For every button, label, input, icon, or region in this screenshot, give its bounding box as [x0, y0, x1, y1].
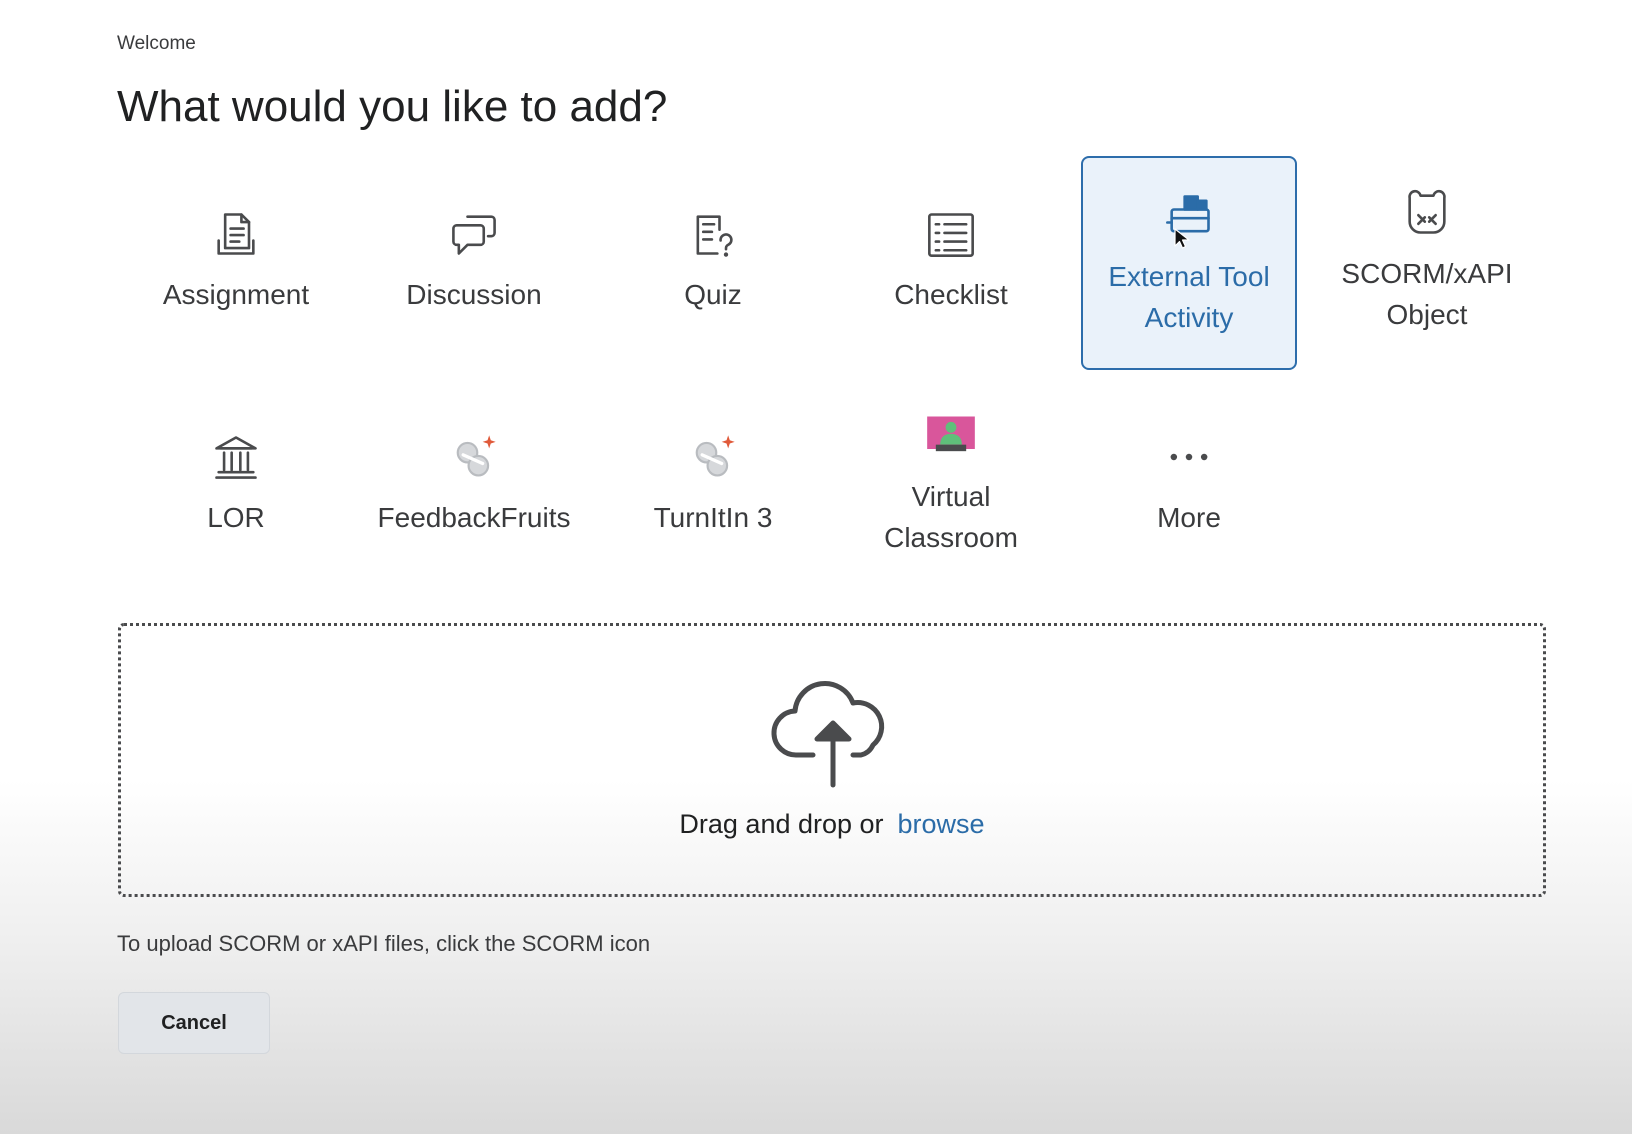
tile-label: Discussion	[406, 278, 542, 310]
lor-icon	[208, 429, 264, 485]
cloud-upload-icon	[771, 681, 885, 788]
page-title: What would you like to add?	[117, 82, 668, 131]
quiz-icon	[685, 206, 741, 262]
tile-label: More	[1157, 501, 1221, 533]
tile-lor[interactable]: LOR	[128, 376, 344, 590]
file-drop-zone[interactable]: Drag and drop or browse	[118, 623, 1546, 897]
drop-instructions: Drag and drop or browse	[121, 809, 1543, 840]
tile-label: Checklist	[894, 278, 1008, 310]
tile-label: Quiz	[684, 278, 742, 310]
tile-more[interactable]: More	[1081, 376, 1297, 590]
tile-feedbackfruits[interactable]: FeedbackFruits	[366, 376, 582, 590]
tile-turnitin-3[interactable]: TurnItIn 3	[605, 376, 821, 590]
drag-drop-text: Drag and drop or	[679, 809, 884, 839]
plugin-icon	[685, 429, 741, 485]
scorm-hint-text: To upload SCORM or xAPI files, click the…	[117, 931, 651, 956]
more-icon	[1161, 429, 1217, 485]
checklist-icon	[923, 206, 979, 262]
tile-external-tool-activity[interactable]: External Tool Activity	[1081, 156, 1297, 370]
tile-checklist[interactable]: Checklist	[843, 153, 1059, 367]
breadcrumb: Welcome	[117, 33, 196, 54]
tile-assignment[interactable]: Assignment	[128, 153, 344, 367]
tile-label: External Tool Activity	[1108, 261, 1270, 333]
discussion-icon	[446, 206, 502, 262]
plugin-icon	[446, 429, 502, 485]
tile-label: SCORM/xAPI Object	[1341, 258, 1513, 330]
mouse-cursor-icon	[1174, 228, 1190, 249]
tile-label: Assignment	[162, 278, 310, 310]
tile-quiz[interactable]: Quiz	[605, 153, 821, 367]
tile-virtual-classroom[interactable]: Virtual Classroom	[843, 376, 1059, 590]
virtual-classroom-icon	[923, 408, 979, 464]
tile-label: LOR	[207, 501, 265, 533]
browse-link[interactable]: browse	[898, 809, 985, 839]
tile-scorm-xapi-object[interactable]: SCORM/xAPI Object	[1319, 153, 1535, 367]
scorm-icon	[1399, 185, 1455, 241]
tile-label: Virtual Classroom	[884, 481, 1018, 553]
assignment-icon	[208, 206, 264, 262]
tile-label: TurnItIn 3	[653, 501, 773, 533]
cancel-button[interactable]: Cancel	[118, 992, 270, 1054]
tile-label: FeedbackFruits	[377, 501, 571, 533]
tile-discussion[interactable]: Discussion	[366, 153, 582, 367]
